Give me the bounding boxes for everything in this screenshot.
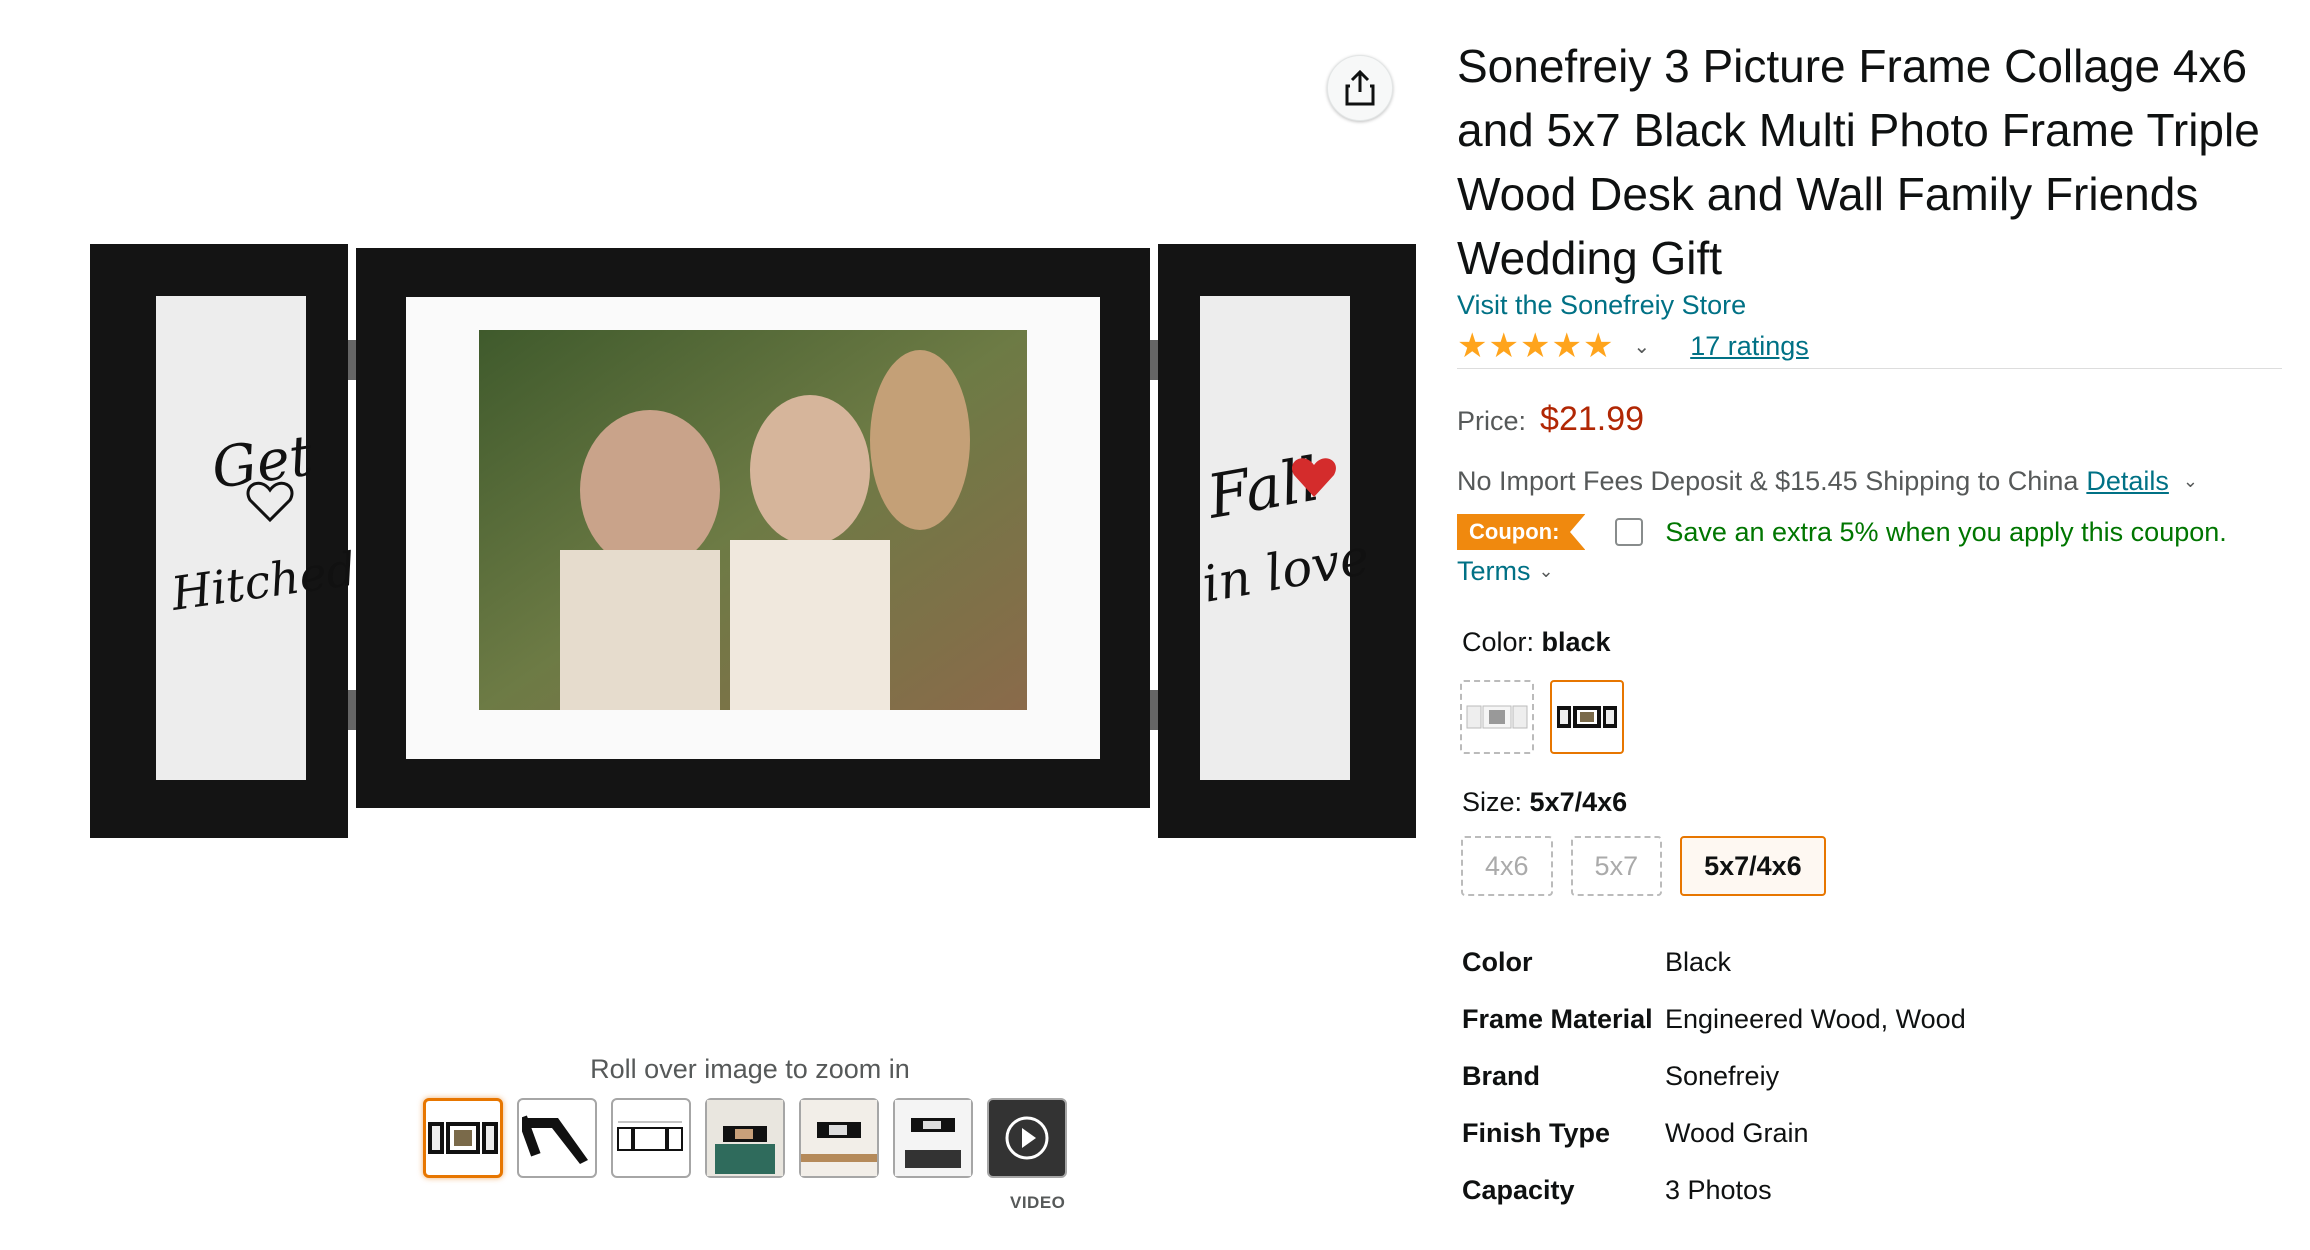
swatch-black[interactable] bbox=[1550, 680, 1624, 754]
coupon-badge: Coupon: bbox=[1457, 514, 1586, 550]
spec-value: Engineered Wood, Wood bbox=[1665, 1004, 1966, 1034]
main-product-image[interactable]: Get Hitched Fall in love bbox=[90, 240, 1416, 840]
thumb-desk-scene[interactable] bbox=[799, 1098, 879, 1178]
coupon-text: Save an extra 5% when you apply this cou… bbox=[1665, 516, 2227, 547]
store-link[interactable]: Visit the Sonefreiy Store bbox=[1457, 290, 1746, 321]
size-options: 4x6 5x7 5x7/4x6 bbox=[1461, 836, 1826, 896]
spec-value: 3 Photos bbox=[1665, 1175, 1772, 1205]
chevron-down-icon[interactable]: ⌄ bbox=[1633, 334, 1650, 359]
color-label-text: Color: bbox=[1462, 627, 1542, 657]
divider bbox=[1457, 368, 2282, 369]
spec-key: Color bbox=[1462, 947, 1533, 977]
thumb-dimensions[interactable] bbox=[611, 1098, 691, 1178]
spec-value: Black bbox=[1665, 947, 1732, 977]
left-frame-panel: Get Hitched bbox=[90, 244, 359, 838]
product-specs-table: Color Black Frame Material Engineered Wo… bbox=[1462, 942, 2262, 1227]
star-icon: ★ bbox=[1457, 327, 1488, 365]
coupon-row: Coupon: Save an extra 5% when you apply … bbox=[1457, 514, 2227, 550]
size-selected-value: 5x7/4x6 bbox=[1529, 787, 1628, 817]
zoom-hint: Roll over image to zoom in bbox=[590, 1054, 910, 1084]
chevron-down-icon[interactable]: ⌄ bbox=[1539, 561, 1554, 582]
spec-key: Brand bbox=[1462, 1061, 1541, 1091]
product-title: Sonefreiy 3 Picture Frame Collage 4x6 an… bbox=[1457, 40, 2260, 284]
terms-link[interactable]: Terms bbox=[1457, 556, 1531, 587]
thumbnail-strip bbox=[423, 1098, 1067, 1178]
spec-row: Frame Material Engineered Wood, Wood bbox=[1462, 999, 2262, 1056]
star-icon: ★ bbox=[1582, 327, 1614, 365]
left-panel-text-1: Get bbox=[208, 423, 317, 501]
spec-key: Finish Type bbox=[1462, 1118, 1611, 1148]
thumb-angle-view[interactable] bbox=[517, 1098, 597, 1178]
spec-row: Color Black bbox=[1462, 942, 2262, 999]
size-label: Size: 5x7/4x6 bbox=[1462, 787, 1627, 818]
price-label: Price: bbox=[1457, 406, 1527, 436]
ratings-count-link[interactable]: 17 ratings bbox=[1690, 331, 1809, 362]
size-option-5x7-4x6[interactable]: 5x7/4x6 bbox=[1680, 836, 1826, 896]
spec-key: Capacity bbox=[1462, 1175, 1575, 1205]
terms-row: Terms ⌄ bbox=[1457, 556, 1554, 587]
price-value: $21.99 bbox=[1540, 400, 1645, 438]
swatch-white[interactable] bbox=[1460, 680, 1534, 754]
spec-value: Sonefreiy bbox=[1665, 1061, 1780, 1091]
center-frame-panel bbox=[356, 248, 1150, 808]
shipping-row: No Import Fees Deposit & $15.45 Shipping… bbox=[1457, 466, 2198, 497]
color-selected-value: black bbox=[1541, 627, 1611, 657]
spec-value: Wood Grain bbox=[1665, 1118, 1809, 1148]
thumb-shelf-scene[interactable] bbox=[705, 1098, 785, 1178]
spec-row: Finish Type Wood Grain bbox=[1462, 1113, 2262, 1170]
star-icon: ★ bbox=[1551, 327, 1582, 365]
video-label: VIDEO bbox=[1010, 1193, 1066, 1212]
details-link[interactable]: Details bbox=[2086, 466, 2169, 497]
spec-key: Frame Material bbox=[1462, 1004, 1653, 1034]
shipping-text: No Import Fees Deposit & $15.45 Shipping… bbox=[1457, 466, 2079, 496]
spec-row: Capacity 3 Photos bbox=[1462, 1170, 2262, 1227]
rating-row: ★ ★ ★ ★ ★ ⌄ 17 ratings bbox=[1457, 328, 1809, 364]
right-frame-panel: Fall in love bbox=[1158, 244, 1416, 838]
share-button[interactable] bbox=[1327, 55, 1393, 121]
thumb-front-view[interactable] bbox=[423, 1098, 503, 1178]
color-label: Color: black bbox=[1462, 627, 1611, 658]
star-icon: ★ bbox=[1488, 327, 1519, 365]
size-option-4x6[interactable]: 4x6 bbox=[1461, 836, 1553, 896]
chevron-down-icon[interactable]: ⌄ bbox=[2183, 471, 2198, 492]
thumb-video[interactable] bbox=[987, 1098, 1067, 1178]
play-icon bbox=[1005, 1116, 1049, 1160]
spec-row: Brand Sonefreiy bbox=[1462, 1056, 2262, 1113]
share-icon bbox=[1345, 70, 1375, 106]
thumb-wall-scene[interactable] bbox=[893, 1098, 973, 1178]
star-rating[interactable]: ★ ★ ★ ★ ★ bbox=[1457, 328, 1613, 364]
size-label-text: Size: bbox=[1462, 787, 1530, 817]
size-option-5x7[interactable]: 5x7 bbox=[1570, 836, 1663, 896]
price-row: Price: $21.99 bbox=[1457, 400, 1644, 439]
color-swatches bbox=[1460, 680, 1624, 754]
star-icon: ★ bbox=[1519, 327, 1551, 365]
coupon-checkbox[interactable] bbox=[1615, 518, 1644, 546]
